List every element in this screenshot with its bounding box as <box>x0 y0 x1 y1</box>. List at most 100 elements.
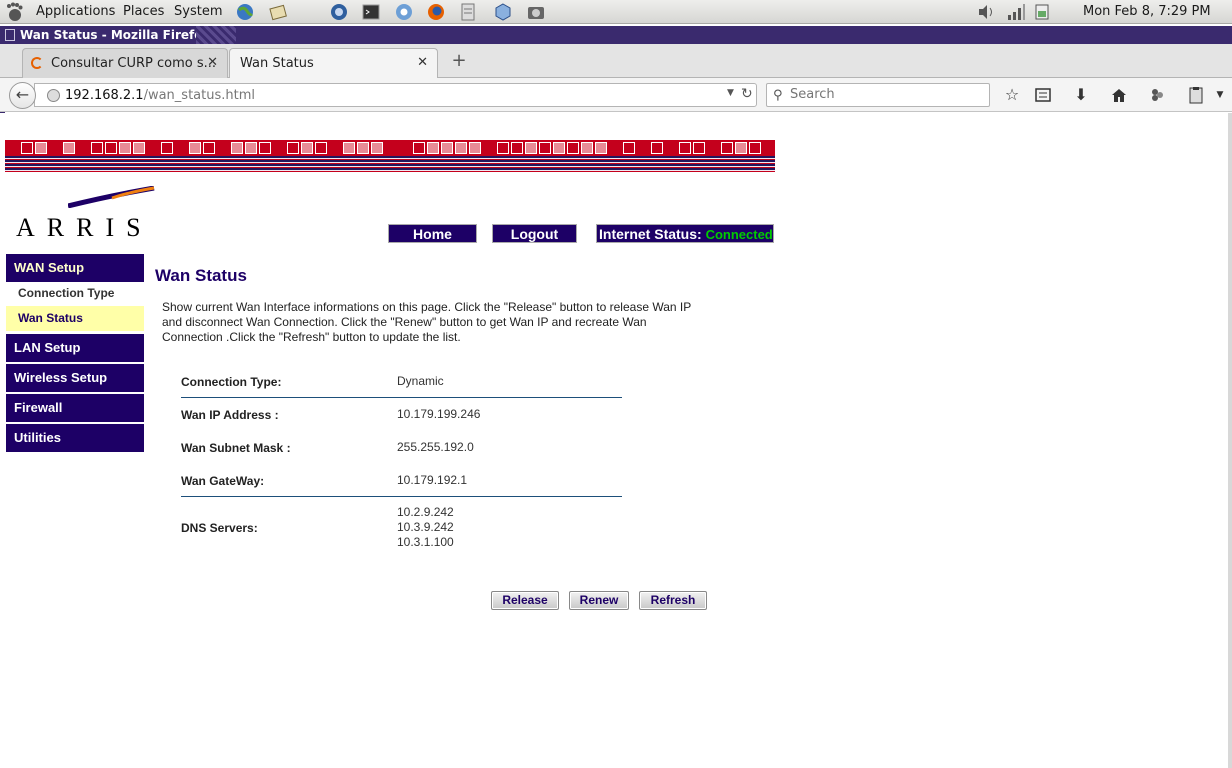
arris-swoosh-icon <box>68 186 155 208</box>
page-content: ARRIS Home Logout Internet Status: Conne… <box>0 113 1232 768</box>
renew-button[interactable]: Renew <box>569 591 629 610</box>
banner-square <box>91 142 103 154</box>
sidebar-item-utilities[interactable]: Utilities <box>6 424 144 452</box>
clock[interactable]: Mon Feb 8, 7:29 PM <box>1083 4 1211 19</box>
logout-button[interactable]: Logout <box>492 224 577 243</box>
screenshot-launcher-icon[interactable] <box>526 2 546 22</box>
back-button[interactable]: ← <box>9 82 36 109</box>
network-signal-icon[interactable] <box>1006 3 1026 21</box>
reload-icon[interactable]: ↻ <box>741 86 753 102</box>
banner-square <box>749 142 761 154</box>
sidebar-item-wan-status[interactable]: Wan Status <box>6 306 144 331</box>
banner-square <box>35 142 47 154</box>
system-menu[interactable]: System <box>174 4 222 19</box>
places-menu[interactable]: Places <box>123 4 164 19</box>
terminal-launcher-icon[interactable] <box>361 2 381 22</box>
connection-type-label: Connection Type: <box>181 375 282 389</box>
dns-servers-label: DNS Servers: <box>181 521 258 535</box>
downloads-icon[interactable]: ⬇ <box>1071 86 1091 104</box>
section-divider <box>181 496 622 497</box>
applications-menu[interactable]: Applications <box>36 4 115 19</box>
page-description: Show current Wan Interface informations … <box>162 300 692 344</box>
tab-wan-status[interactable]: Wan Status ✕ <box>229 48 438 79</box>
banner-square <box>357 142 369 154</box>
subnet-mask-value: 255.255.192.0 <box>397 440 474 454</box>
url-path: /wan_status.html <box>143 88 255 103</box>
wan-ip-label: Wan IP Address : <box>181 408 279 422</box>
home-icon[interactable] <box>1109 86 1129 104</box>
banner-square <box>413 142 425 154</box>
banner-square <box>63 142 75 154</box>
web-browser-launcher-icon[interactable] <box>235 2 255 22</box>
volume-icon[interactable] <box>976 3 996 21</box>
chromium-launcher-icon[interactable] <box>394 2 414 22</box>
dns-server-3: 10.3.1.100 <box>397 535 454 549</box>
tab-strip: Consultar CURP como s... ✕ Wan Status ✕ … <box>0 44 1232 79</box>
titlebar-decoration <box>196 26 236 44</box>
banner-square <box>441 142 453 154</box>
bookmark-star-icon[interactable]: ☆ <box>1002 86 1022 104</box>
virtualbox-launcher-icon[interactable] <box>493 2 513 22</box>
window-titlebar[interactable]: Wan Status - Mozilla Firefox <box>0 26 1232 44</box>
navigation-toolbar: 192.168.2.1/wan_status.html ▼ ↻ ← ⚲ ☆ ⬇ … <box>0 78 1232 112</box>
sidebar-item-connection-type[interactable]: Connection Type <box>6 281 144 306</box>
router-banner <box>5 140 775 172</box>
banner-square <box>343 142 355 154</box>
banner-square <box>553 142 565 154</box>
dns-server-1: 10.2.9.242 <box>397 505 454 519</box>
url-history-dropdown-icon[interactable]: ▼ <box>727 88 734 98</box>
tab-consultar-curp[interactable]: Consultar CURP como s... ✕ <box>22 48 228 78</box>
sidebar-item-wireless-setup[interactable]: Wireless Setup <box>6 364 144 392</box>
banner-square <box>497 142 509 154</box>
reading-list-icon[interactable] <box>1033 86 1053 104</box>
banner-square <box>525 142 537 154</box>
url-text: 192.168.2.1/wan_status.html <box>65 88 255 103</box>
banner-squares <box>5 142 775 154</box>
banner-square <box>455 142 467 154</box>
search-input[interactable] <box>790 87 980 102</box>
arris-logo: ARRIS <box>16 186 161 242</box>
sidebar-item-wan-setup[interactable]: WAN Setup <box>6 254 144 282</box>
mail-launcher-icon[interactable] <box>268 2 288 22</box>
new-tab-icon[interactable]: + <box>450 52 468 70</box>
close-tab-icon[interactable]: ✕ <box>417 55 428 70</box>
banner-square <box>595 142 607 154</box>
banner-stripes <box>5 156 775 172</box>
clipboard-addon-icon[interactable] <box>1186 86 1206 104</box>
banner-square <box>315 142 327 154</box>
banner-square <box>427 142 439 154</box>
banner-square <box>679 142 691 154</box>
internet-status-indicator: Internet Status: Connected <box>596 224 774 243</box>
pocket-share-icon[interactable] <box>1147 86 1167 104</box>
overflow-menu-icon[interactable]: ▼ <box>1210 86 1230 104</box>
refresh-button[interactable]: Refresh <box>639 591 707 610</box>
back-arrow-icon: ← <box>15 85 30 104</box>
window-menu-icon[interactable] <box>5 29 15 41</box>
thunderbird-launcher-icon[interactable] <box>329 2 349 22</box>
search-bar[interactable]: ⚲ <box>766 83 990 107</box>
url-bar[interactable]: 192.168.2.1/wan_status.html ▼ ↻ <box>34 83 757 107</box>
release-button[interactable]: Release <box>491 591 559 610</box>
banner-square <box>189 142 201 154</box>
page-title: Wan Status <box>155 266 247 285</box>
file-manager-launcher-icon[interactable] <box>458 2 478 22</box>
firefox-launcher-icon[interactable] <box>426 2 446 22</box>
close-tab-icon[interactable]: ✕ <box>207 55 218 70</box>
sidebar-item-lan-setup[interactable]: LAN Setup <box>6 334 144 362</box>
banner-square <box>21 142 33 154</box>
site-identity-icon[interactable] <box>47 89 60 102</box>
banner-square <box>259 142 271 154</box>
window-title: Wan Status - Mozilla Firefox <box>20 28 211 42</box>
tab-label: Wan Status <box>240 56 314 71</box>
battery-icon[interactable] <box>1034 3 1054 21</box>
sidebar-item-firewall[interactable]: Firewall <box>6 394 144 422</box>
home-button[interactable]: Home <box>388 224 477 243</box>
arris-wordmark: ARRIS <box>16 213 153 242</box>
dns-server-2: 10.3.9.242 <box>397 520 454 534</box>
gnome-foot-icon[interactable] <box>4 2 24 22</box>
tab-label: Consultar CURP como s... <box>51 56 217 71</box>
gateway-label: Wan GateWay: <box>181 474 265 488</box>
banner-square <box>203 142 215 154</box>
internet-status-label: Internet Status: <box>599 226 702 242</box>
banner-square <box>245 142 257 154</box>
